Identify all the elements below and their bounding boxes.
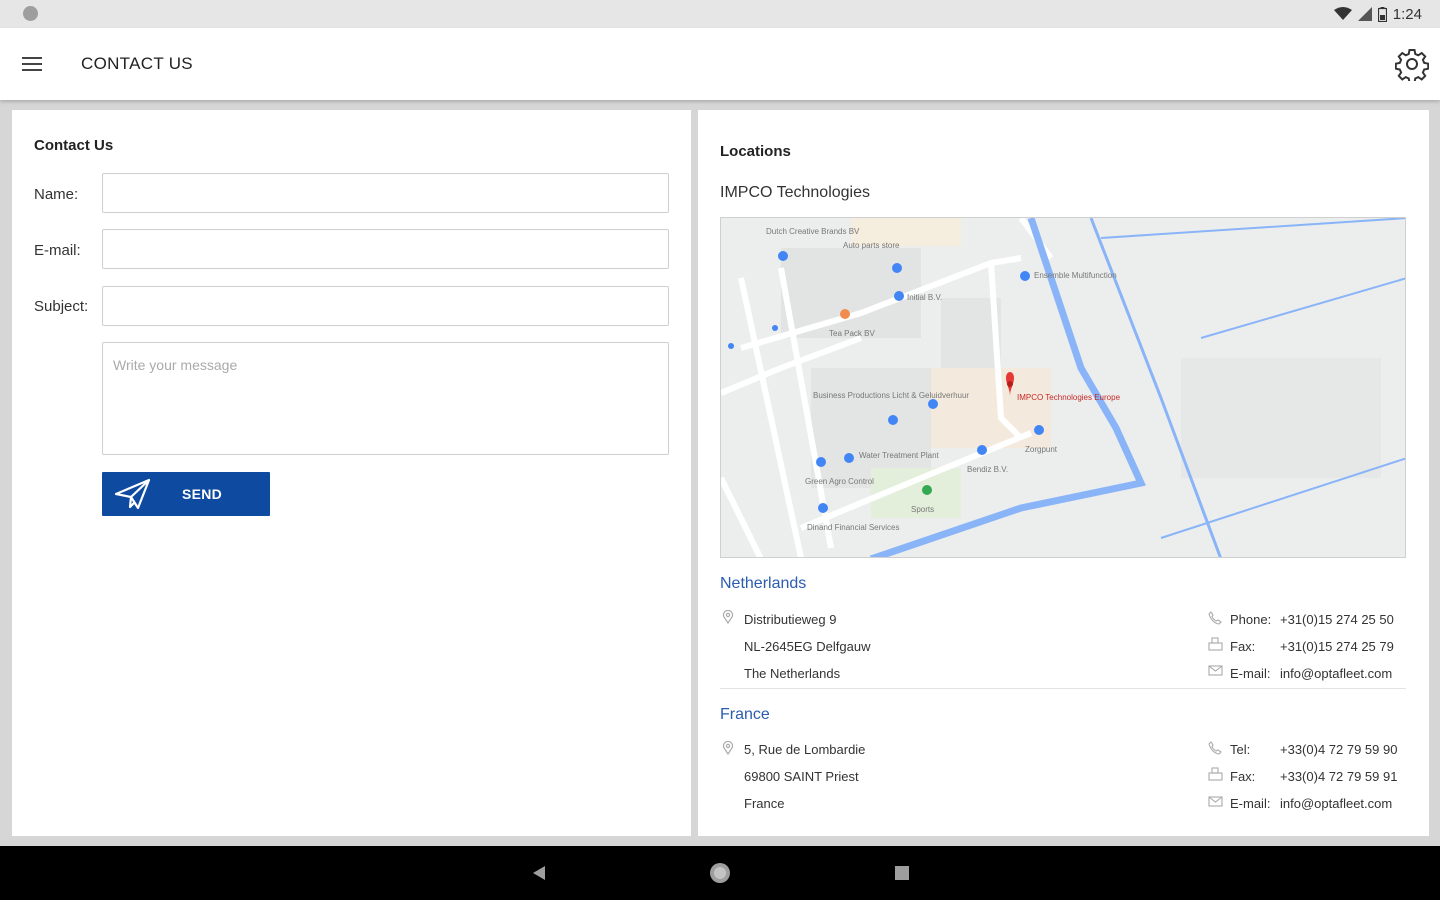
subject-field[interactable] [102,286,669,326]
back-triangle-icon [533,866,545,880]
map-label-bendiz: Bendiz B.V. [967,465,1008,474]
country-france[interactable]: France [720,706,770,724]
location-map[interactable]: Dutch Creative Brands BV Auto parts stor… [720,217,1406,558]
fax-label: Fax: [1230,639,1256,654]
contact-form-panel: Contact Us Name: E-mail: Subject: SEND [12,110,691,836]
email-icon [1208,665,1223,676]
contact-form-title: Contact Us [34,137,114,154]
fax-value: +33(0)4 72 79 59 91 [1280,769,1398,784]
locations-title: Locations [720,143,791,160]
locations-panel: Locations IMPCO Technologies Dutch Creat… [698,110,1429,836]
app-bar: CONTACT US [0,28,1440,100]
company-name: IMPCO Technologies [720,184,870,201]
settings-button[interactable] [1392,44,1432,84]
system-nav-bar [0,846,1440,900]
location-pin-icon [722,741,734,755]
recents-square-icon [895,866,909,880]
tel-value[interactable]: +33(0)4 72 79 59 90 [1280,742,1397,757]
notification-dot-icon [23,6,38,21]
tel-label: Tel: [1230,742,1251,757]
address-line-2: 69800 SAINT Priest [744,769,859,784]
fax-icon [1208,637,1223,651]
address-line-3: The Netherlands [744,666,841,681]
phone-icon [1208,741,1222,755]
address-line-2: NL-2645EG Delfgauw [744,639,871,654]
email-label-nl: E-mail: [1230,666,1271,681]
fax-value: +31(0)15 274 25 79 [1280,639,1394,654]
status-bar: 1:24 [0,0,1440,28]
office-divider [720,688,1406,689]
fax-icon [1208,767,1223,781]
back-button[interactable] [526,860,552,886]
country-netherlands[interactable]: Netherlands [720,575,806,593]
hamburger-menu-icon [22,57,42,71]
cell-signal-icon [1357,7,1372,21]
subject-label: Subject: [34,298,89,315]
map-label-auto-parts: Auto parts store [843,241,900,250]
fax-label: Fax: [1230,769,1256,784]
map-label-dutch-creative: Dutch Creative Brands BV [766,227,860,236]
map-canvas: Dutch Creative Brands BV Auto parts stor… [721,218,1405,557]
home-button[interactable] [707,860,733,886]
send-button[interactable]: SEND [102,472,270,516]
name-label: Name: [34,186,79,203]
map-label-water-treatment: Water Treatment Plant [859,451,940,460]
send-button-label: SEND [182,486,223,502]
email-icon [1208,796,1223,807]
map-label-dinand: Dinand Financial Services [807,523,900,532]
map-label-zorgpunt: Zorgpunt [1025,445,1058,454]
map-label-tea-pack: Tea Pack BV [829,329,875,338]
email-label-fr: E-mail: [1230,796,1271,811]
wifi-icon [1333,7,1352,20]
map-label-ensemble: Ensemble Multifunction [1034,271,1117,280]
paper-plane-icon [114,478,151,510]
phone-value[interactable]: +31(0)15 274 25 50 [1280,612,1394,627]
map-label-sports: Sports [911,505,934,514]
map-label-initial: Initial B.V. [907,293,942,302]
name-field[interactable] [102,173,669,213]
battery-icon [1377,6,1387,22]
email-value-fr[interactable]: info@optafleet.com [1280,796,1392,811]
address-line-1: Distributieweg 9 [744,612,837,627]
email-value-nl[interactable]: info@optafleet.com [1280,666,1392,681]
message-field[interactable] [102,342,669,455]
phone-label: Phone: [1230,612,1272,627]
email-label: E-mail: [34,242,81,259]
address-line-3: France [744,796,785,811]
location-pin-icon [722,610,734,624]
map-label-impco: IMPCO Technologies Europe [1017,393,1121,402]
phone-icon [1208,611,1222,625]
status-time: 1:24 [1392,5,1422,23]
address-line-1: 5, Rue de Lombardie [744,742,866,757]
email-field[interactable] [102,229,669,269]
map-label-business-productions: Business Productions Licht & Geluidverhu… [813,391,969,400]
gear-icon [1395,49,1429,81]
status-icons: 1:24 [1333,4,1422,24]
home-circle-icon [710,863,730,883]
recents-button[interactable] [889,860,915,886]
map-label-green-agro: Green Agro Control [805,477,874,486]
page-title: CONTACT US [81,54,193,73]
menu-button[interactable] [14,46,50,82]
